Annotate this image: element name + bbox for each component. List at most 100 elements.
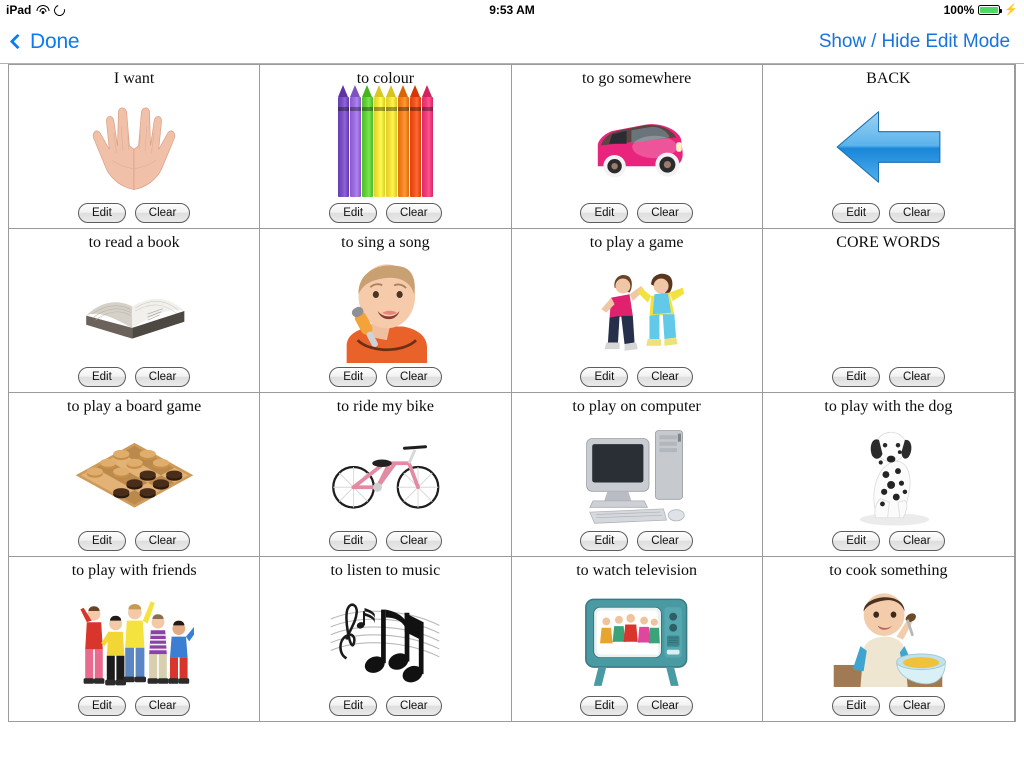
grid-cell[interactable]: to watch television Edit Clear <box>511 557 763 721</box>
pink-bicycle-image <box>260 416 510 532</box>
clear-button[interactable]: Clear <box>889 531 945 551</box>
clear-button[interactable]: Clear <box>134 367 191 387</box>
clear-button[interactable]: Clear <box>637 203 693 223</box>
edit-button[interactable]: Edit <box>77 531 126 551</box>
cell-action-row: Edit Clear <box>832 531 945 556</box>
blue-left-arrow-image <box>763 88 1014 204</box>
children-group-image <box>9 580 259 697</box>
clear-button[interactable]: Clear <box>889 203 945 223</box>
grid-cell[interactable]: to colour Edit Clear <box>260 65 512 229</box>
grid-cell[interactable]: to read a book Edit Clear <box>9 229 261 393</box>
cell-label: I want <box>113 70 155 87</box>
music-notes-image <box>260 580 510 697</box>
cell-label: to read a book <box>88 234 180 251</box>
grid-cell[interactable]: to ride my bike Edit Clear <box>260 393 512 557</box>
edit-button[interactable]: Edit <box>77 696 126 716</box>
done-button[interactable]: Done <box>9 29 80 54</box>
edit-button[interactable]: Edit <box>580 696 629 716</box>
cell-label: to sing a song <box>341 234 430 251</box>
clear-button[interactable]: Clear <box>637 367 693 387</box>
retro-television-image <box>512 580 762 697</box>
edit-button[interactable]: Edit <box>580 531 629 551</box>
cell-action-row: Edit Clear <box>580 367 693 392</box>
clear-button[interactable]: Clear <box>889 367 945 387</box>
boy-singing-microphone-image <box>260 252 510 368</box>
clear-button[interactable]: Clear <box>134 203 191 223</box>
edit-button[interactable]: Edit <box>832 367 881 387</box>
checkers-board-image <box>9 416 259 532</box>
cell-label: to ride my bike <box>336 398 435 415</box>
navigation-bar: Done Show / Hide Edit Mode <box>0 20 1024 64</box>
grid-cell[interactable]: BACK Edit Clear <box>762 65 1014 229</box>
open-hands-image <box>9 88 259 204</box>
grid-cell[interactable]: to listen to music Edit Clear <box>260 557 512 721</box>
cell-action-row: Edit Clear <box>832 696 945 721</box>
edit-button[interactable]: Edit <box>329 203 378 223</box>
grid-cell[interactable]: to play with friends Edit Clear <box>9 557 261 721</box>
grid-cell[interactable]: to play a game Edit Clear <box>511 229 763 393</box>
cell-label: to cook something <box>829 562 948 579</box>
cell-action-row: Edit Clear <box>77 696 191 721</box>
cell-action-row: Edit Clear <box>580 531 693 556</box>
grid-cell[interactable]: to play a board game Edit Clear <box>9 393 261 557</box>
cell-label: to play on computer <box>572 398 701 415</box>
battery-percent-label: 100% <box>943 3 975 17</box>
core-circle-image <box>763 252 1014 368</box>
clear-button[interactable]: Clear <box>637 531 693 551</box>
clear-button[interactable]: Clear <box>386 367 442 387</box>
chevron-left-icon <box>9 33 26 50</box>
lightning-bolt-icon: ⚡ <box>1004 3 1018 16</box>
edit-button[interactable]: Edit <box>329 367 378 387</box>
cell-action-row: Edit Clear <box>329 696 442 721</box>
picture-grid: I want Edit Clear to colour Edit Clear to go … <box>8 64 1016 722</box>
edit-button[interactable]: Edit <box>832 531 881 551</box>
edit-button[interactable]: Edit <box>329 696 378 716</box>
cell-label: to go somewhere <box>581 70 692 87</box>
clear-button[interactable]: Clear <box>889 696 945 716</box>
cell-label: BACK <box>866 70 911 87</box>
edit-button[interactable]: Edit <box>77 203 126 223</box>
cell-action-row: Edit Clear <box>77 531 191 556</box>
edit-button[interactable]: Edit <box>580 203 629 223</box>
cell-action-row: Edit Clear <box>329 203 442 228</box>
clear-button[interactable]: Clear <box>386 531 442 551</box>
edit-button[interactable]: Edit <box>329 531 378 551</box>
grid-cell[interactable]: to sing a song Edit Clear <box>260 229 512 393</box>
clear-button[interactable]: Clear <box>134 531 191 551</box>
grid-cell[interactable]: I want Edit Clear <box>9 65 261 229</box>
cell-action-row: Edit Clear <box>580 203 693 228</box>
edit-button[interactable]: Edit <box>832 696 881 716</box>
cell-action-row: Edit Clear <box>77 367 191 392</box>
clear-button[interactable]: Clear <box>637 696 693 716</box>
status-bar: iPad 9:53 AM 100% ⚡ <box>0 0 1024 20</box>
cell-label: to play a board game <box>67 398 202 415</box>
grid-cell[interactable]: to play with the dog Edit Clear <box>762 393 1014 557</box>
edit-button[interactable]: Edit <box>832 203 881 223</box>
cell-label: CORE WORDS <box>836 234 941 251</box>
done-button-label: Done <box>30 29 80 53</box>
show-hide-edit-mode-button[interactable]: Show / Hide Edit Mode <box>819 31 1010 53</box>
edit-button[interactable]: Edit <box>580 367 629 387</box>
cell-action-row: Edit Clear <box>580 696 693 721</box>
grid-cell[interactable]: CORE WORDS Edit Clear <box>762 229 1014 393</box>
dalmatian-dog-image <box>763 416 1014 532</box>
status-bar-clock: 9:53 AM <box>489 3 535 17</box>
grid-cell[interactable]: to cook something Edit Clear <box>762 557 1014 721</box>
cell-action-row: Edit Clear <box>329 531 442 556</box>
crayons-image <box>260 84 510 204</box>
grid-cell[interactable]: to go somewhere Edit Clear <box>511 65 763 229</box>
cell-action-row: Edit Clear <box>832 203 945 228</box>
desktop-computer-image <box>512 416 762 532</box>
cell-action-row: Edit Clear <box>329 367 442 392</box>
clear-button[interactable]: Clear <box>386 203 442 223</box>
grid-cell[interactable]: to play on computer Edit Clear <box>511 393 763 557</box>
clear-button[interactable]: Clear <box>134 696 191 716</box>
cell-label: to play a game <box>589 234 684 251</box>
cell-label: to watch television <box>576 562 698 579</box>
cell-label: to play with the dog <box>824 398 953 415</box>
clear-button[interactable]: Clear <box>386 696 442 716</box>
cell-action-row: Edit Clear <box>77 203 191 228</box>
cell-label: to listen to music <box>330 562 441 579</box>
edit-button[interactable]: Edit <box>77 367 126 387</box>
cell-action-row: Edit Clear <box>832 367 945 392</box>
